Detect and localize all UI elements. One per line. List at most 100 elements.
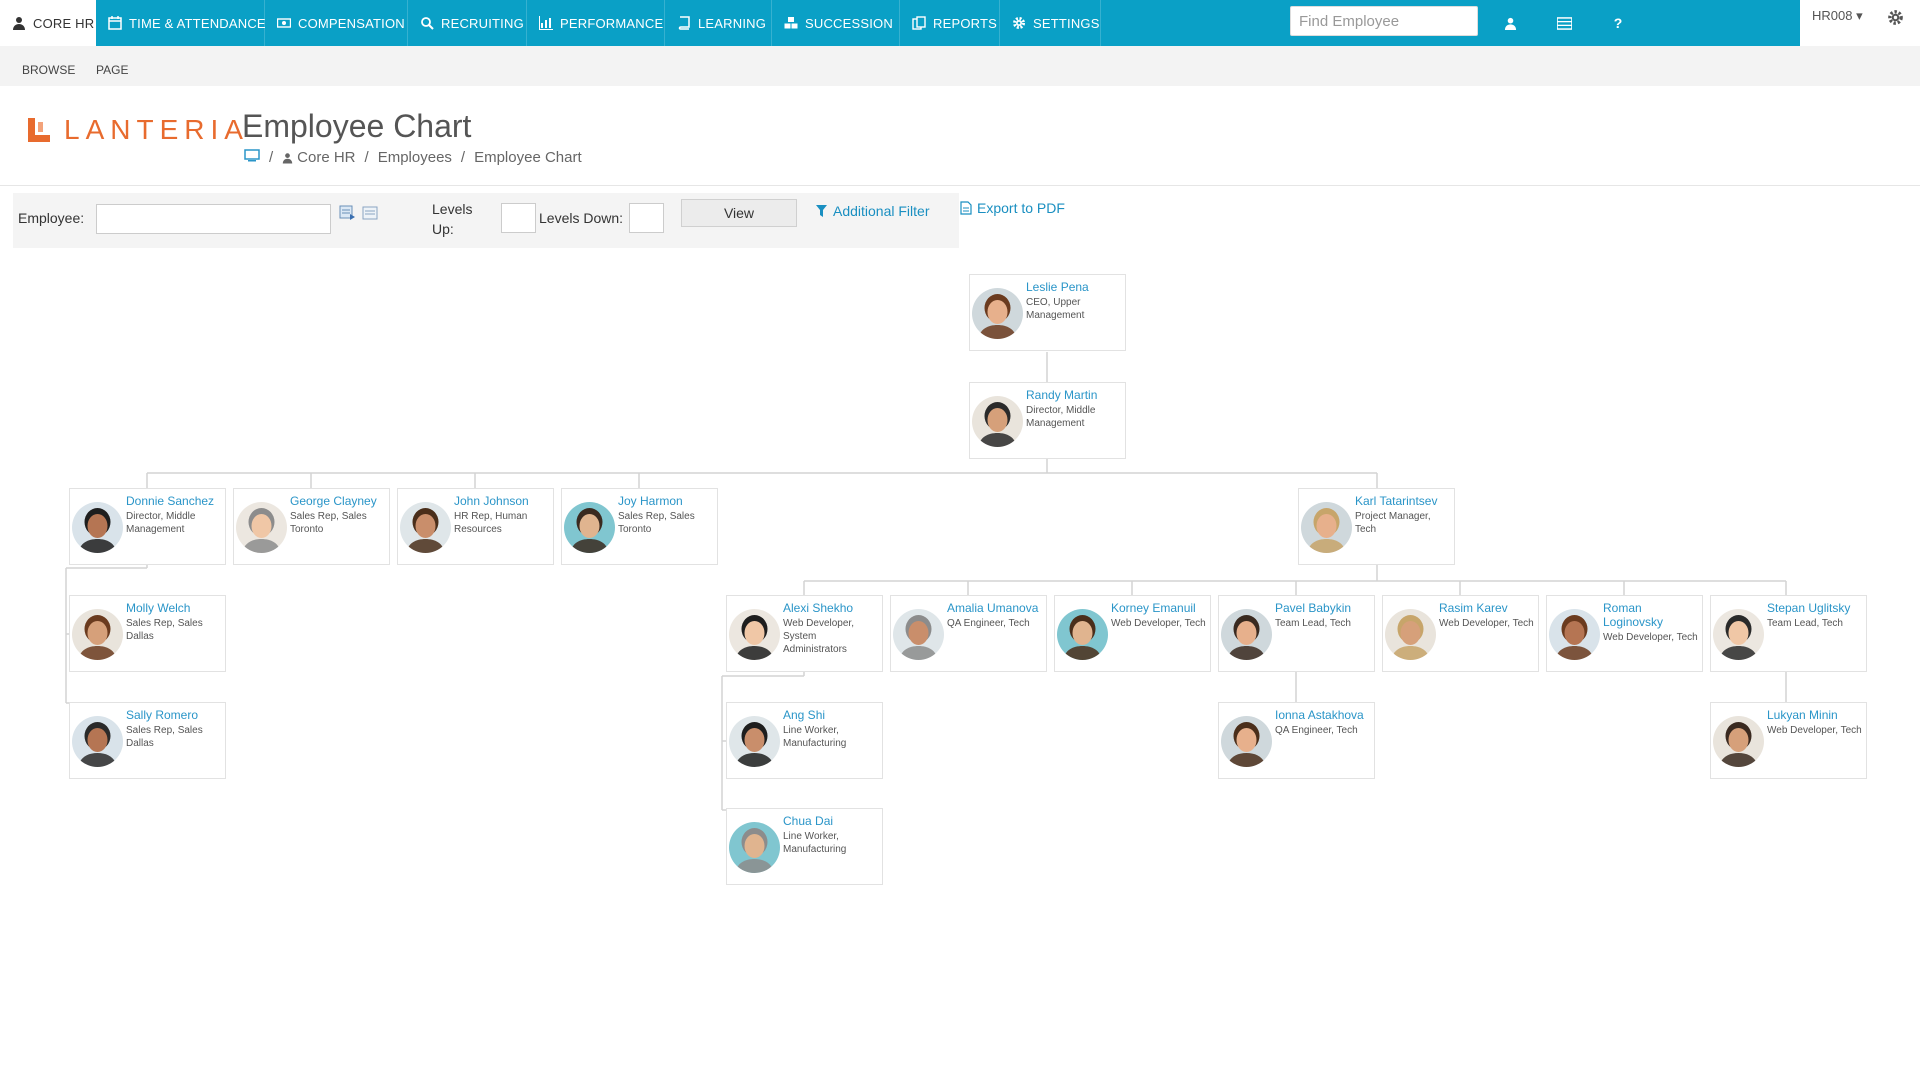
copy-icon <box>912 16 926 30</box>
employee-photo <box>1713 609 1764 660</box>
breadcrumb: / Core HR / Employees / Employee Chart <box>244 149 582 166</box>
list-icon[interactable] <box>1555 14 1573 32</box>
monitor-icon[interactable] <box>244 149 260 166</box>
employee-name[interactable]: George Clayney <box>290 494 388 508</box>
employee-name[interactable]: Randy Martin <box>1026 388 1124 402</box>
breadcrumb-separator: / <box>269 149 274 166</box>
employee-card[interactable]: Chua Dai Line Worker, Manufacturing <box>726 808 883 885</box>
employee-card[interactable]: Lukyan Minin Web Developer, Tech <box>1710 702 1867 779</box>
employee-name[interactable]: Stepan Uglitsky <box>1767 601 1865 615</box>
employee-name[interactable]: Sally Romero <box>126 708 224 722</box>
employee-name[interactable]: Alexi Shekho <box>783 601 881 615</box>
filter-icon <box>816 205 827 217</box>
nav-succession[interactable]: SUCCESSION <box>772 0 900 46</box>
view-button[interactable]: View <box>681 199 797 227</box>
user-icon <box>282 152 293 163</box>
employee-card[interactable]: Korney Emanuil Web Developer, Tech <box>1054 595 1211 672</box>
employee-card[interactable]: Alexi Shekho Web Developer, System Admini… <box>726 595 883 672</box>
employee-card[interactable]: Donnie Sanchez Director, Middle Managemen… <box>69 488 226 565</box>
nav-core-hr[interactable]: CORE HR <box>0 0 96 46</box>
employee-name[interactable]: Leslie Pena <box>1026 280 1124 294</box>
levels-up-label: Levels Up: <box>432 201 473 237</box>
find-employee-input[interactable] <box>1290 6 1478 36</box>
breadcrumb-core-hr[interactable]: Core HR <box>282 149 356 166</box>
nav-label: RECRUITING <box>441 15 524 31</box>
employee-name[interactable]: Joy Harmon <box>618 494 716 508</box>
employee-photo <box>729 822 780 873</box>
money-icon <box>277 16 291 30</box>
employee-card[interactable]: Ionna Astakhova QA Engineer, Tech <box>1218 702 1375 779</box>
employee-name[interactable]: Chua Dai <box>783 814 881 828</box>
employee-card[interactable]: Sally Romero Sales Rep, Sales Dallas <box>69 702 226 779</box>
page-title: Employee Chart <box>242 108 472 144</box>
employee-name[interactable]: Ionna Astakhova <box>1275 708 1373 722</box>
employee-card[interactable]: Randy Martin Director, Middle Management <box>969 382 1126 459</box>
employee-title: Sales Rep, Sales Toronto <box>290 511 367 535</box>
employee-card[interactable]: Joy Harmon Sales Rep, Sales Toronto <box>561 488 718 565</box>
employee-name[interactable]: John Johnson <box>454 494 552 508</box>
ribbon-tab-browse[interactable]: BROWSE <box>22 63 75 77</box>
employee-card[interactable]: Ang Shi Line Worker, Manufacturing <box>726 702 883 779</box>
employee-name[interactable]: Lukyan Minin <box>1767 708 1865 722</box>
employee-name[interactable]: Molly Welch <box>126 601 224 615</box>
employee-card[interactable]: Stepan Uglitsky Team Lead, Tech <box>1710 595 1867 672</box>
nav-time-attendance[interactable]: TIME & ATTENDANCE <box>96 0 266 46</box>
export-pdf-link[interactable]: Export to PDF <box>960 200 1065 216</box>
profile-icon[interactable] <box>1501 14 1519 32</box>
address-book-icon[interactable] <box>339 205 357 226</box>
employee-name[interactable]: Rasim Karev <box>1439 601 1537 615</box>
employee-field[interactable] <box>96 204 331 234</box>
employee-name[interactable]: Roman Loginovsky <box>1603 601 1701 629</box>
employee-card[interactable]: Pavel Babykin Team Lead, Tech <box>1218 595 1375 672</box>
employee-name[interactable]: Amalia Umanova <box>947 601 1045 615</box>
gear-icon <box>1012 16 1026 30</box>
employee-card[interactable]: Karl Tatarintsev Project Manager, Tech <box>1298 488 1455 565</box>
employee-card[interactable]: Molly Welch Sales Rep, Sales Dallas <box>69 595 226 672</box>
employee-card[interactable]: Leslie Pena CEO, Upper Management <box>969 274 1126 351</box>
employee-card[interactable]: Roman Loginovsky Web Developer, Tech <box>1546 595 1703 672</box>
ribbon-tab-page[interactable]: PAGE <box>96 63 128 77</box>
nav-recruiting[interactable]: RECRUITING <box>408 0 527 46</box>
employee-card[interactable]: Amalia Umanova QA Engineer, Tech <box>890 595 1047 672</box>
nav-label: REPORTS <box>933 15 998 31</box>
employee-card[interactable]: John Johnson HR Rep, Human Resources <box>397 488 554 565</box>
breadcrumb-employees[interactable]: Employees <box>378 149 452 166</box>
employee-photo <box>72 716 123 767</box>
additional-filter-link[interactable]: Additional Filter <box>816 203 930 219</box>
cubes-icon <box>784 16 798 30</box>
browse-directory-icon[interactable] <box>362 206 378 225</box>
levels-up-field[interactable] <box>501 203 536 233</box>
nav-learning[interactable]: LEARNING <box>665 0 772 46</box>
employee-photo <box>893 609 944 660</box>
user-menu[interactable]: HR008 ▾ <box>1812 8 1863 24</box>
settings-gear-icon[interactable] <box>1887 9 1905 27</box>
nav-reports[interactable]: REPORTS <box>900 0 1000 46</box>
employee-photo <box>1385 609 1436 660</box>
nav-settings[interactable]: SETTINGS <box>1000 0 1101 46</box>
levels-down-field[interactable] <box>629 203 664 233</box>
logo[interactable]: LANTERIA <box>28 114 249 146</box>
logo-mark-icon <box>28 118 50 142</box>
calendar-icon <box>108 16 122 30</box>
employee-title: Director, Middle Management <box>1026 405 1096 429</box>
help-icon[interactable]: ? <box>1609 14 1627 32</box>
employee-title: Web Developer, Tech <box>1439 618 1534 629</box>
employee-name[interactable]: Donnie Sanchez <box>126 494 224 508</box>
employee-name[interactable]: Pavel Babykin <box>1275 601 1373 615</box>
employee-photo <box>72 502 123 553</box>
nav-label: SETTINGS <box>1033 15 1100 31</box>
book-icon <box>677 16 691 30</box>
employee-card[interactable]: George Clayney Sales Rep, Sales Toronto <box>233 488 390 565</box>
employee-name[interactable]: Karl Tatarintsev <box>1355 494 1453 508</box>
nav-performance[interactable]: PERFORMANCE <box>527 0 665 46</box>
employee-name[interactable]: Ang Shi <box>783 708 881 722</box>
employee-title: QA Engineer, Tech <box>1275 725 1358 736</box>
document-icon <box>960 201 972 215</box>
employee-card[interactable]: Rasim Karev Web Developer, Tech <box>1382 595 1539 672</box>
employee-title: HR Rep, Human Resources <box>454 511 528 535</box>
employee-label: Employee: <box>18 210 85 226</box>
employee-name[interactable]: Korney Emanuil <box>1111 601 1209 615</box>
nav-compensation[interactable]: COMPENSATION <box>265 0 408 46</box>
levels-down-label: Levels Down: <box>539 210 624 226</box>
nav-label: LEARNING <box>698 15 767 31</box>
